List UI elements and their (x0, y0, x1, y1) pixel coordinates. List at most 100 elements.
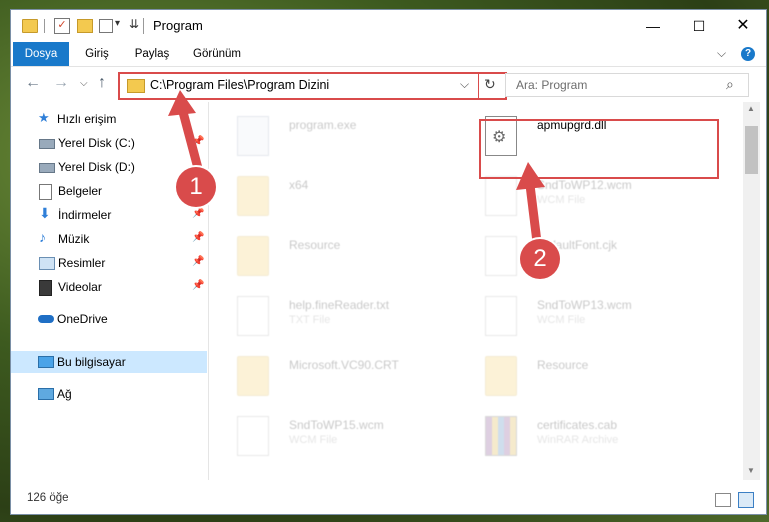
refresh-icon[interactable]: ↻ (484, 76, 496, 93)
search-input[interactable]: Ara: Program ⌕ (505, 73, 749, 97)
sidebar-item-videos[interactable]: Videolar 📌 (11, 276, 207, 298)
sidebar-item-local-disk-c[interactable]: Yerel Disk (C:) 📌 (11, 132, 207, 154)
explorer-window: ✓ ▾ ⇊ Program — ☐ ✕ Dosya Giriş Paylaş G… (11, 10, 766, 514)
sidebar-item-onedrive[interactable]: OneDrive (11, 308, 207, 330)
document-icon (485, 176, 517, 216)
sidebar-item-label: İndirmeler (58, 208, 112, 222)
close-button[interactable]: ✕ (720, 10, 766, 42)
file-list: program.exe ⚙ apmupgrd.dll x64 SndToWP12… (209, 102, 743, 480)
document-icon (485, 236, 517, 276)
sidebar-item-local-disk-d[interactable]: Yerel Disk (D:) (11, 156, 207, 178)
file-name: Microsoft.VC90.CRT (289, 358, 399, 372)
help-icon[interactable]: ? (741, 47, 755, 61)
pin-icon[interactable]: 📌 (192, 232, 204, 243)
address-dropdown-icon[interactable]: ⌵ (460, 77, 469, 92)
sidebar-item-this-pc[interactable]: Bu bilgisayar (11, 351, 207, 373)
file-item[interactable]: certificates.cab WinRAR Archive (457, 410, 697, 466)
sidebar-item-label: Resimler (58, 256, 106, 270)
minimize-button[interactable]: — (630, 10, 676, 42)
scroll-thumb[interactable] (745, 126, 758, 174)
divider (44, 19, 45, 33)
file-name: help.fineReader.txt (289, 298, 390, 312)
computer-icon (38, 356, 54, 368)
sidebar-item-label: OneDrive (57, 312, 108, 326)
back-arrow-icon[interactable]: ← (25, 74, 41, 92)
music-icon: ♪ (39, 229, 46, 245)
search-icon[interactable]: ⌕ (726, 76, 734, 93)
title-bar: ✓ ▾ ⇊ Program — ☐ ✕ (11, 10, 766, 42)
file-type: WCM File (537, 314, 586, 326)
pictures-icon (39, 257, 55, 270)
sidebar-item-network[interactable]: Ağ (11, 383, 207, 405)
file-name: program.exe (289, 118, 357, 132)
file-name: SndToWP13.wcm (537, 298, 632, 312)
highlight-box (479, 119, 719, 179)
file-item[interactable]: Resource (457, 350, 697, 406)
callout-marker-2: 2 (520, 239, 560, 279)
forward-arrow-icon[interactable]: → (53, 74, 69, 92)
sidebar-item-label: Yerel Disk (C:) (58, 136, 135, 150)
file-item[interactable]: Resource (209, 230, 449, 286)
properties-icon[interactable] (99, 19, 113, 33)
archive-icon (485, 416, 517, 456)
folder-icon (485, 356, 517, 396)
large-icons-view-icon[interactable] (738, 492, 754, 508)
sidebar-item-pictures[interactable]: Resimler 📌 (11, 252, 207, 274)
sidebar-item-label: Hızlı erişim (57, 112, 117, 126)
drive-icon (39, 139, 55, 149)
pin-icon[interactable]: 📌 (192, 280, 204, 291)
file-item[interactable]: SndToWP13.wcm WCM File (457, 290, 697, 346)
sidebar-item-quick-access[interactable]: ★ Hızlı erişim (11, 108, 207, 130)
cloud-icon (38, 315, 54, 323)
status-bar: 126 öğe (11, 484, 766, 514)
tab-home[interactable]: Giriş (77, 42, 117, 66)
exe-icon (237, 116, 269, 156)
downloads-icon: ⬇ (39, 205, 51, 221)
document-icon (485, 296, 517, 336)
file-name: SndToWP12.wcm (537, 178, 632, 192)
pin-icon[interactable]: 📌 (192, 208, 204, 219)
file-item[interactable]: program.exe (209, 110, 449, 166)
expand-ribbon-icon[interactable]: ⌵ (717, 46, 726, 61)
address-path[interactable]: C:\Program Files\Program Dizini (150, 78, 329, 92)
divider (478, 74, 479, 98)
file-item[interactable]: help.fineReader.txt TXT File (209, 290, 449, 346)
file-type: WCM File (289, 434, 338, 446)
scroll-down-icon[interactable]: ▼ (747, 466, 755, 475)
sidebar-item-music[interactable]: ♪ Müzik 📌 (11, 228, 207, 250)
file-name: certificates.cab (537, 418, 618, 432)
pin-icon[interactable]: 📌 (192, 136, 204, 147)
file-name: Resource (537, 358, 589, 372)
new-folder-icon[interactable] (77, 19, 93, 33)
vertical-scrollbar[interactable]: ▲ ▼ (743, 102, 760, 480)
address-row: ← → ⌵ ↑ C:\Program Files\Program Dizini … (11, 67, 766, 101)
window-title: Program (153, 18, 203, 33)
address-bar[interactable]: C:\Program Files\Program Dizini ⌵ ↻ (118, 72, 507, 100)
documents-icon (39, 184, 52, 200)
sidebar-item-downloads[interactable]: ⬇ İndirmeler 📌 (11, 204, 207, 226)
customize-quick-access-icon[interactable]: ⇊ (129, 17, 139, 31)
file-item[interactable]: Microsoft.VC90.CRT (209, 350, 449, 406)
folder-icon (237, 236, 269, 276)
quick-access-arrow-icon[interactable]: ▾ (115, 18, 120, 29)
file-item[interactable]: DefaultFont.cjk (457, 230, 697, 286)
up-arrow-icon[interactable]: ↑ (98, 74, 106, 92)
properties-check-icon[interactable]: ✓ (54, 18, 70, 34)
scroll-up-icon[interactable]: ▲ (747, 104, 755, 113)
file-item[interactable]: x64 (209, 170, 449, 226)
folder-icon (127, 79, 145, 93)
tab-view[interactable]: Görünüm (187, 42, 247, 66)
file-name: Resource (289, 238, 341, 252)
sidebar-item-label: Ağ (57, 387, 72, 401)
network-icon (38, 388, 54, 400)
tab-file[interactable]: Dosya (13, 42, 69, 66)
sidebar-item-label: Belgeler (58, 184, 103, 198)
divider (143, 18, 144, 34)
tab-share[interactable]: Paylaş (129, 42, 175, 66)
file-item[interactable]: SndToWP15.wcm WCM File (209, 410, 449, 466)
recent-locations-icon[interactable]: ⌵ (80, 78, 88, 89)
details-view-icon[interactable] (715, 493, 731, 507)
maximize-button[interactable]: ☐ (676, 10, 722, 42)
sidebar-item-label: Bu bilgisayar (57, 355, 126, 369)
pin-icon[interactable]: 📌 (192, 256, 204, 267)
